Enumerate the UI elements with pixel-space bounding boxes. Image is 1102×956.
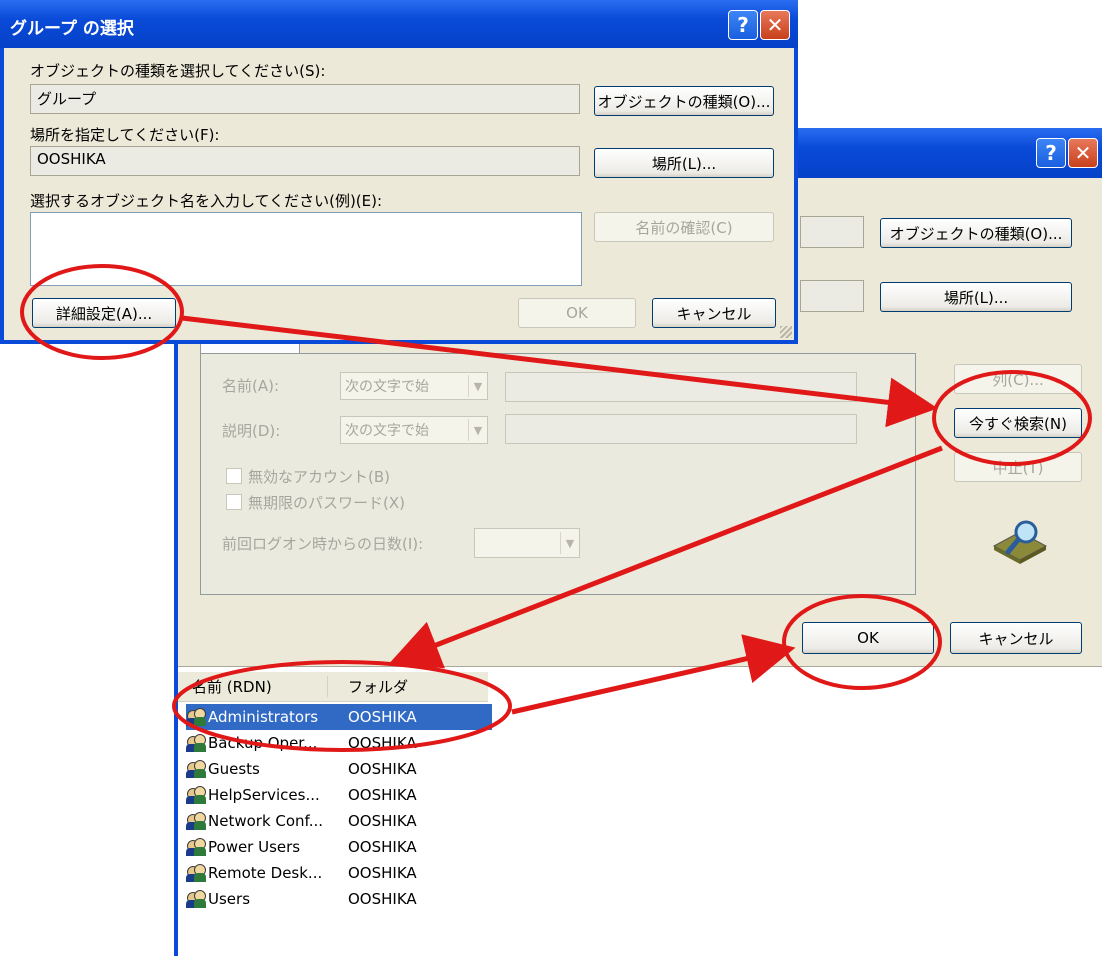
annotation-ellipse [172, 660, 512, 752]
annotation-arrow [181, 315, 938, 428]
annotation-arrow [389, 445, 943, 669]
annotation-ellipse [782, 594, 942, 690]
annotation-overlay [20, 264, 1092, 752]
annotation-arrow [511, 634, 796, 715]
annotation-ellipse [932, 370, 1092, 466]
annotation-ellipse [20, 264, 184, 360]
